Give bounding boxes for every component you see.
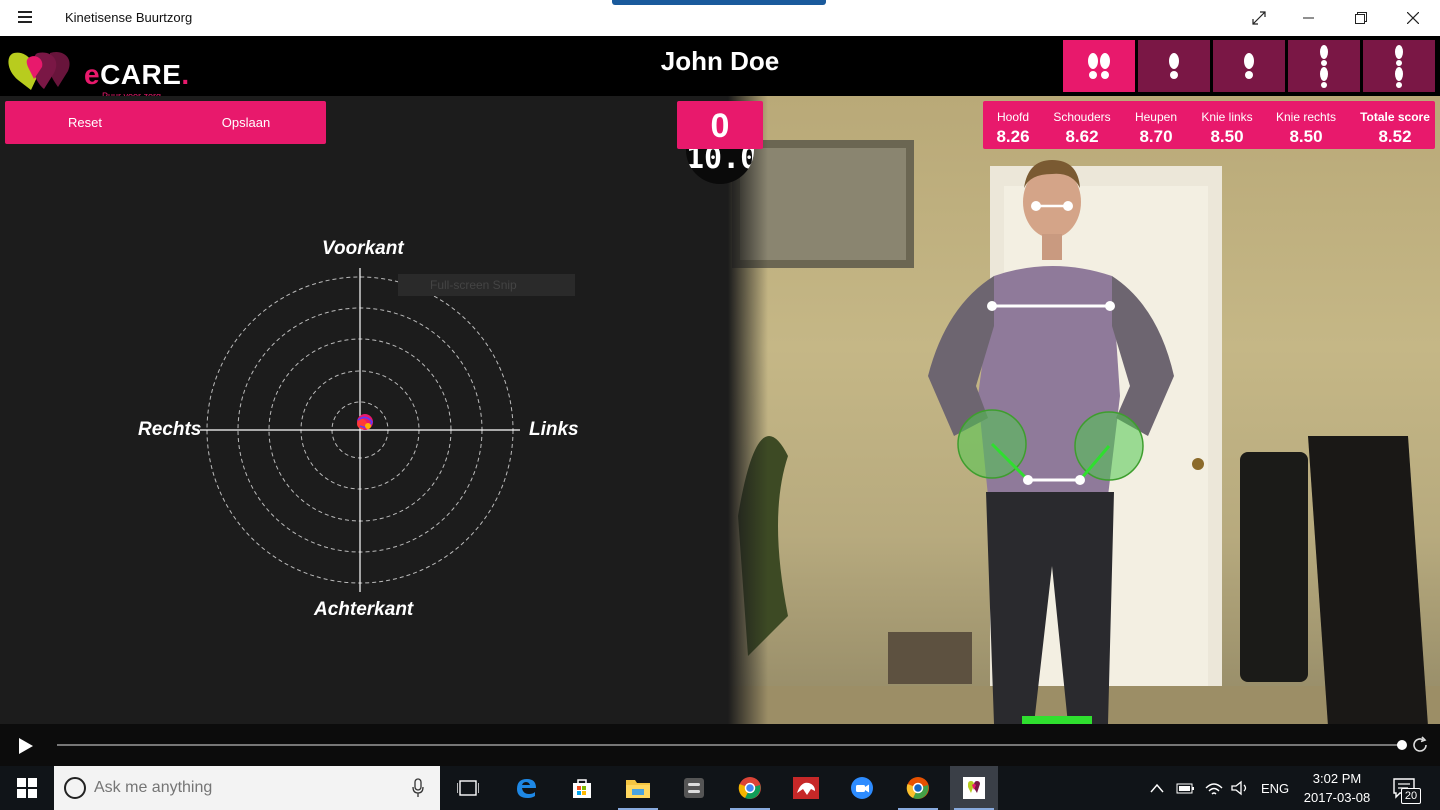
cortana-icon [64, 777, 86, 799]
windows-start-icon[interactable] [0, 766, 54, 810]
wifi-icon[interactable] [1204, 766, 1226, 810]
camera-feed [728, 140, 1440, 724]
microphone-icon[interactable] [412, 778, 424, 798]
taskbar: ENG 3:02 PM 2017-03-08 20 [0, 766, 1440, 810]
scores-panel: Hoofd 8.26 Schouders 8.62 Heupen 8.70 Kn… [983, 101, 1435, 149]
score-knee-right: Knie rechts 8.50 [1275, 110, 1337, 146]
back-label: Achterkant [314, 599, 414, 620]
timeline-track[interactable] [57, 744, 1402, 746]
stance-both-feet-button[interactable] [1063, 40, 1135, 92]
tray-overflow-icon[interactable] [1150, 766, 1170, 810]
tandem-feet-icon [1395, 45, 1403, 88]
foam-roller [1240, 452, 1308, 682]
minimize-icon[interactable] [1284, 0, 1334, 36]
trial-counter: 0 [677, 101, 763, 149]
system-clock[interactable]: 3:02 PM 2017-03-08 [1294, 769, 1380, 807]
title-bar: Kinetisense Buurtzorg [0, 0, 1440, 36]
volume-icon[interactable] [1230, 766, 1252, 810]
settings-app-icon[interactable] [670, 766, 718, 810]
left-label: Links [529, 419, 579, 440]
play-icon[interactable] [19, 738, 33, 754]
single-foot-icon [1169, 53, 1179, 79]
tandem-feet-icon [1320, 45, 1328, 88]
sway-target [200, 268, 520, 592]
timeline-thumb[interactable] [1397, 740, 1407, 750]
floor-vent [888, 632, 972, 684]
sway-trace [357, 414, 373, 430]
score-head: Hoofd 8.26 [996, 110, 1030, 146]
stance-single-right-button[interactable] [1213, 40, 1285, 92]
stance-tandem-right-button[interactable] [1363, 40, 1435, 92]
ecare-app-icon[interactable] [950, 766, 998, 810]
window-focus-indicator [612, 0, 826, 5]
window-title: Kinetisense Buurtzorg [65, 10, 193, 25]
task-view-icon[interactable] [444, 766, 492, 810]
camera-view [728, 96, 1440, 724]
score-knee-left: Knie links 8.50 [1201, 110, 1253, 146]
score-total: Totale score 8.52 [1360, 110, 1430, 146]
chair [1308, 436, 1428, 724]
right-label: Rechts [138, 419, 202, 440]
sway-panel: Reset Opslaan Voorkant Achterkant Rechts… [0, 96, 728, 724]
front-label: Voorkant [322, 238, 404, 259]
dragon-app-icon[interactable] [782, 766, 830, 810]
clock-time: 3:02 PM [1312, 771, 1362, 786]
score-hips: Heupen 8.70 [1134, 110, 1178, 146]
store-icon[interactable] [558, 766, 606, 810]
camera-edge-fade [728, 96, 768, 724]
both-feet-icon [1088, 53, 1110, 79]
clock-date: 2017-03-08 [1303, 790, 1371, 805]
playback-bar [0, 724, 1440, 766]
single-foot-icon [1244, 53, 1254, 79]
restore-icon[interactable] [1336, 0, 1386, 36]
close-icon[interactable] [1388, 0, 1438, 36]
edge-icon[interactable] [502, 766, 550, 810]
fullscreen-icon[interactable] [1234, 0, 1284, 36]
cortana-search-box[interactable] [54, 766, 440, 810]
stance-single-left-button[interactable] [1138, 40, 1210, 92]
app-header: eCARE. Puur voor zorg John Doe [0, 36, 1440, 101]
chrome-canary-icon[interactable] [894, 766, 942, 810]
replay-icon[interactable] [1410, 735, 1430, 755]
ecare-logo: eCARE. Puur voor zorg [6, 45, 189, 101]
chrome-icon[interactable] [726, 766, 774, 810]
score-shoulders: Schouders 8.62 [1053, 110, 1111, 146]
stance-selector [1063, 40, 1435, 92]
language-indicator[interactable]: ENG [1261, 766, 1289, 810]
stance-tandem-left-button[interactable] [1288, 40, 1360, 92]
battery-icon[interactable] [1176, 766, 1196, 810]
file-explorer-icon[interactable] [614, 766, 662, 810]
logo-text: eCARE. [84, 59, 190, 90]
search-input[interactable] [94, 766, 394, 810]
snip-tooltip: Full-screen Snip [398, 274, 575, 296]
hamburger-menu-icon[interactable] [12, 8, 40, 28]
zoom-icon[interactable] [838, 766, 886, 810]
notification-count-badge: 20 [1401, 788, 1421, 804]
